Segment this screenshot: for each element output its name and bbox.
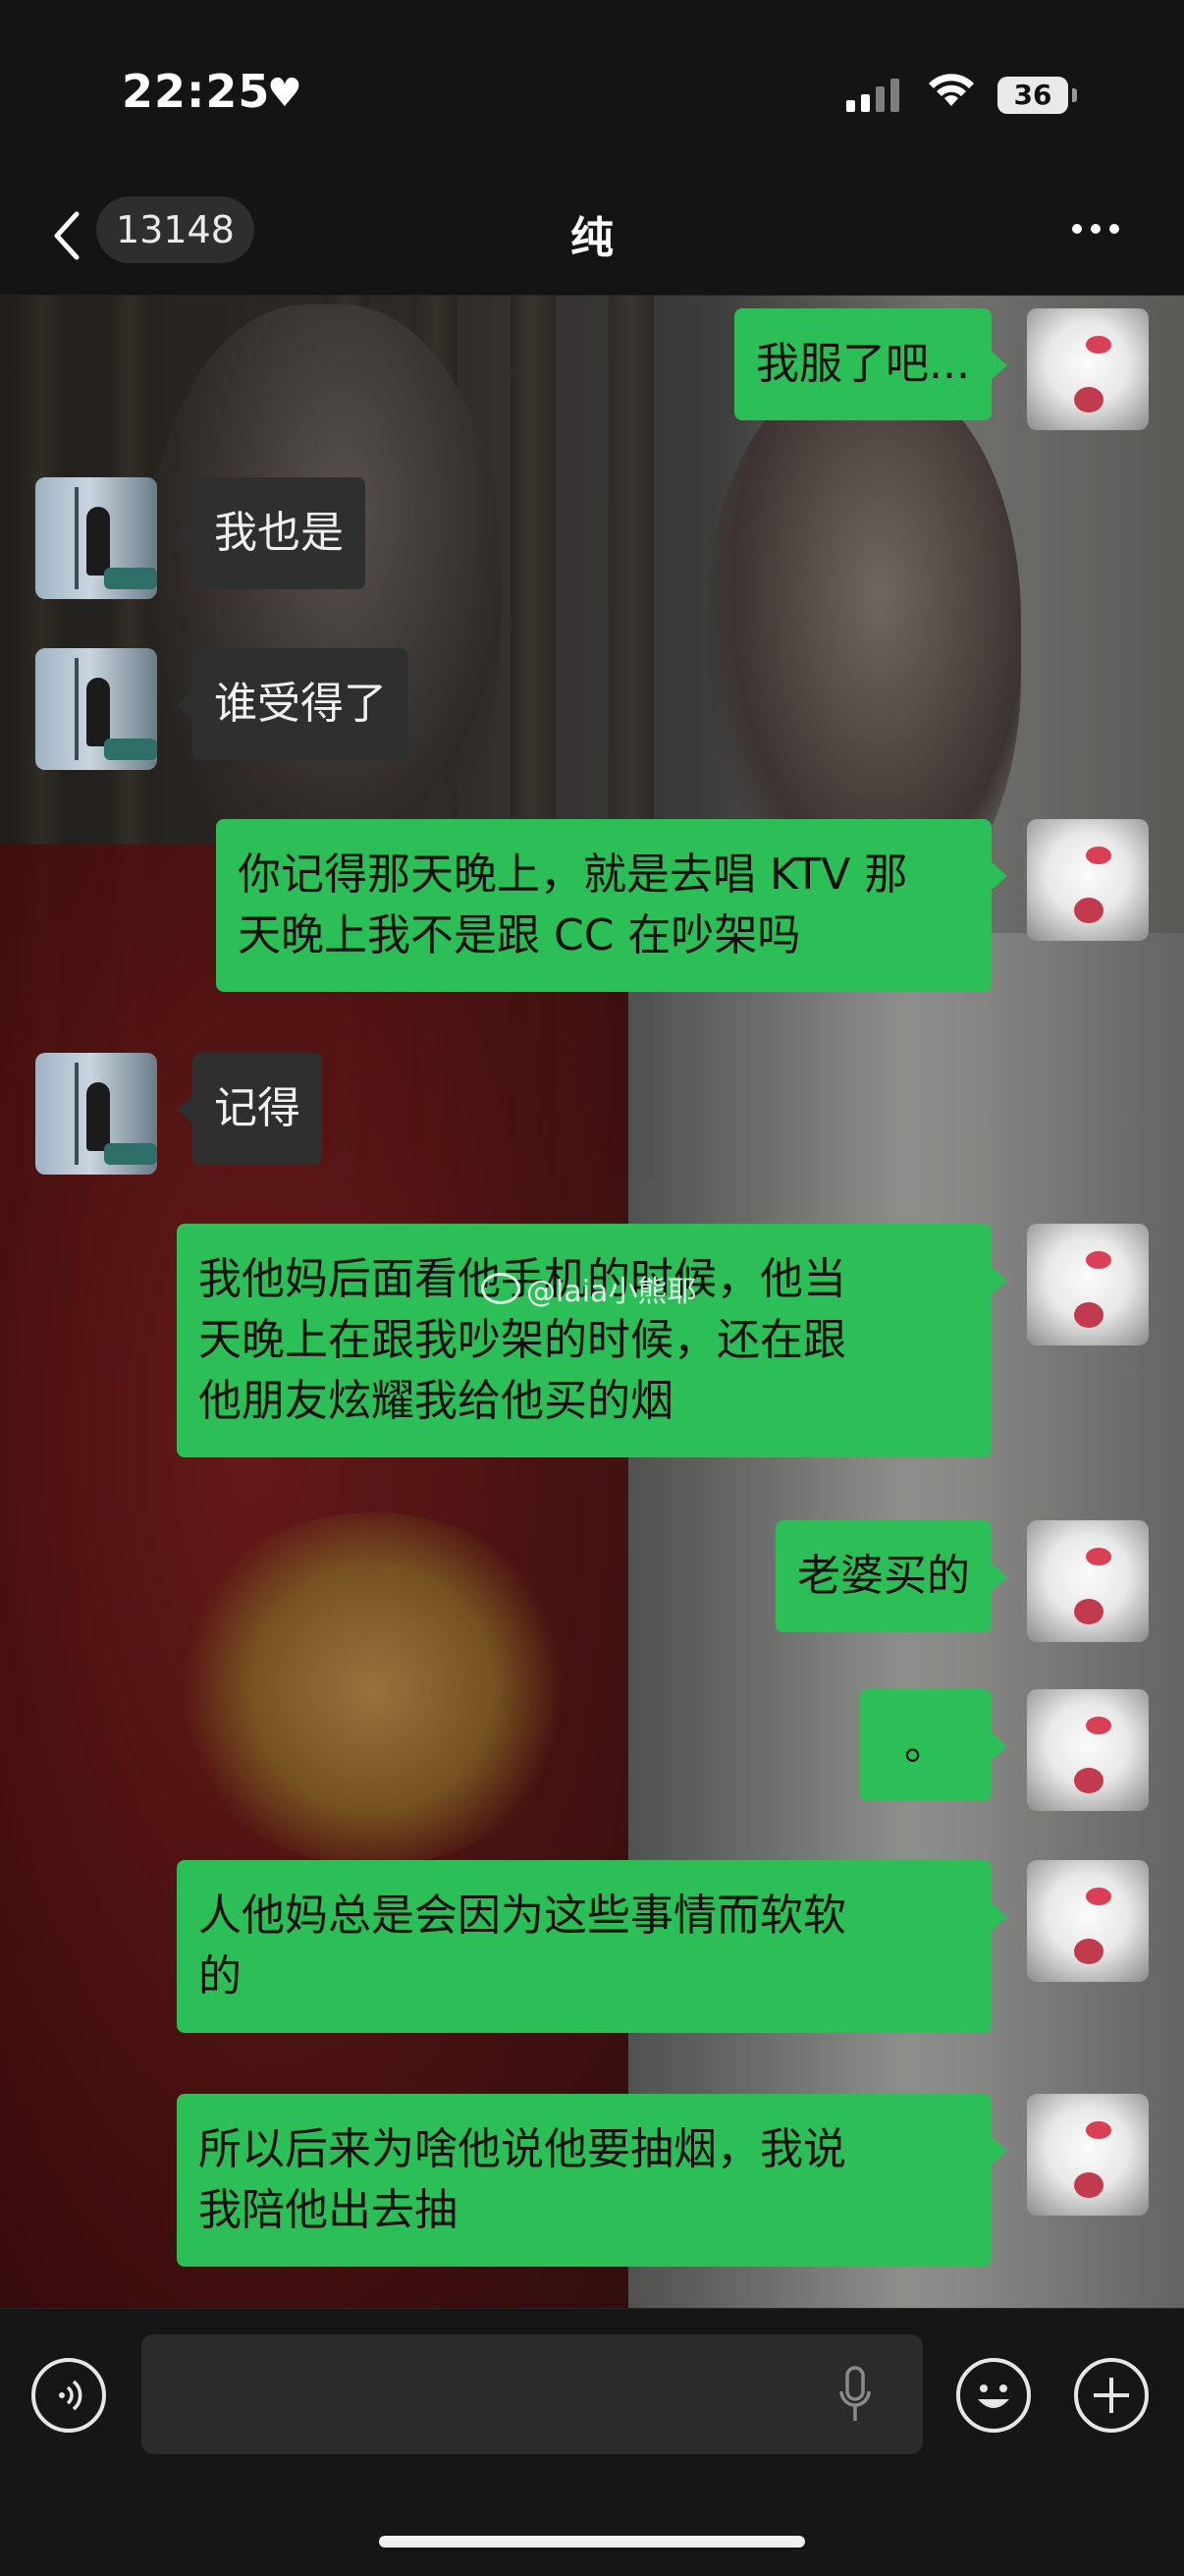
watermark: @laia小熊耶 bbox=[481, 1267, 696, 1310]
message-bubble[interactable]: 记得 bbox=[192, 1053, 322, 1165]
cellular-signal-icon bbox=[846, 79, 899, 112]
my-avatar[interactable] bbox=[1027, 308, 1149, 430]
my-avatar[interactable] bbox=[1027, 819, 1149, 941]
plus-icon[interactable] bbox=[1074, 2358, 1149, 2433]
heart-icon: ♥ bbox=[267, 71, 302, 116]
message-bubble[interactable]: 。 bbox=[860, 1689, 992, 1801]
message-bubble[interactable]: 老婆买的 bbox=[776, 1520, 992, 1632]
battery-tip bbox=[1072, 88, 1077, 102]
my-avatar[interactable] bbox=[1027, 1689, 1149, 1811]
emoji-icon[interactable] bbox=[956, 2358, 1031, 2433]
wifi-icon bbox=[929, 74, 974, 106]
contact-avatar[interactable] bbox=[35, 648, 157, 770]
message-bubble[interactable]: 人他妈总是会因为这些事情而软软 的 bbox=[177, 1860, 992, 2033]
contact-avatar[interactable] bbox=[35, 477, 157, 599]
status-bar: 22:25 ♥ 36 bbox=[0, 0, 1184, 187]
my-avatar[interactable] bbox=[1027, 1520, 1149, 1642]
watermark-text: @laia小熊耶 bbox=[526, 1275, 697, 1309]
my-avatar[interactable] bbox=[1027, 1860, 1149, 1982]
chat-title: 纯 bbox=[570, 213, 614, 263]
mic-icon[interactable] bbox=[838, 2366, 872, 2425]
my-avatar[interactable] bbox=[1027, 1224, 1149, 1345]
status-time: 22:25 bbox=[122, 65, 271, 118]
message-bubble[interactable]: 所以后来为啥他说他要抽烟，我说 我陪他出去抽 bbox=[177, 2094, 992, 2267]
battery-indicator: 36 bbox=[997, 77, 1068, 114]
more-dots-icon[interactable] bbox=[1072, 224, 1119, 234]
message-input[interactable] bbox=[141, 2334, 923, 2454]
message-bubble[interactable]: 我也是 bbox=[192, 477, 365, 589]
contact-avatar[interactable] bbox=[35, 1053, 157, 1175]
voice-icon[interactable] bbox=[31, 2358, 106, 2433]
weibo-icon bbox=[481, 1273, 520, 1304]
my-avatar[interactable] bbox=[1027, 2094, 1149, 2216]
message-bubble[interactable]: 你记得那天晚上，就是去唱 KTV 那 天晚上我不是跟 CC 在吵架吗 bbox=[216, 819, 992, 992]
message-bubble[interactable]: 我服了吧... bbox=[734, 308, 992, 420]
message-bubble[interactable]: 谁受得了 bbox=[192, 648, 408, 760]
home-indicator[interactable] bbox=[379, 2536, 805, 2548]
message-bubble[interactable]: 我他妈后面看他手机的时候，他当 天晚上在跟我吵架的时候，还在跟 他朋友炫耀我给他… bbox=[177, 1224, 992, 1457]
